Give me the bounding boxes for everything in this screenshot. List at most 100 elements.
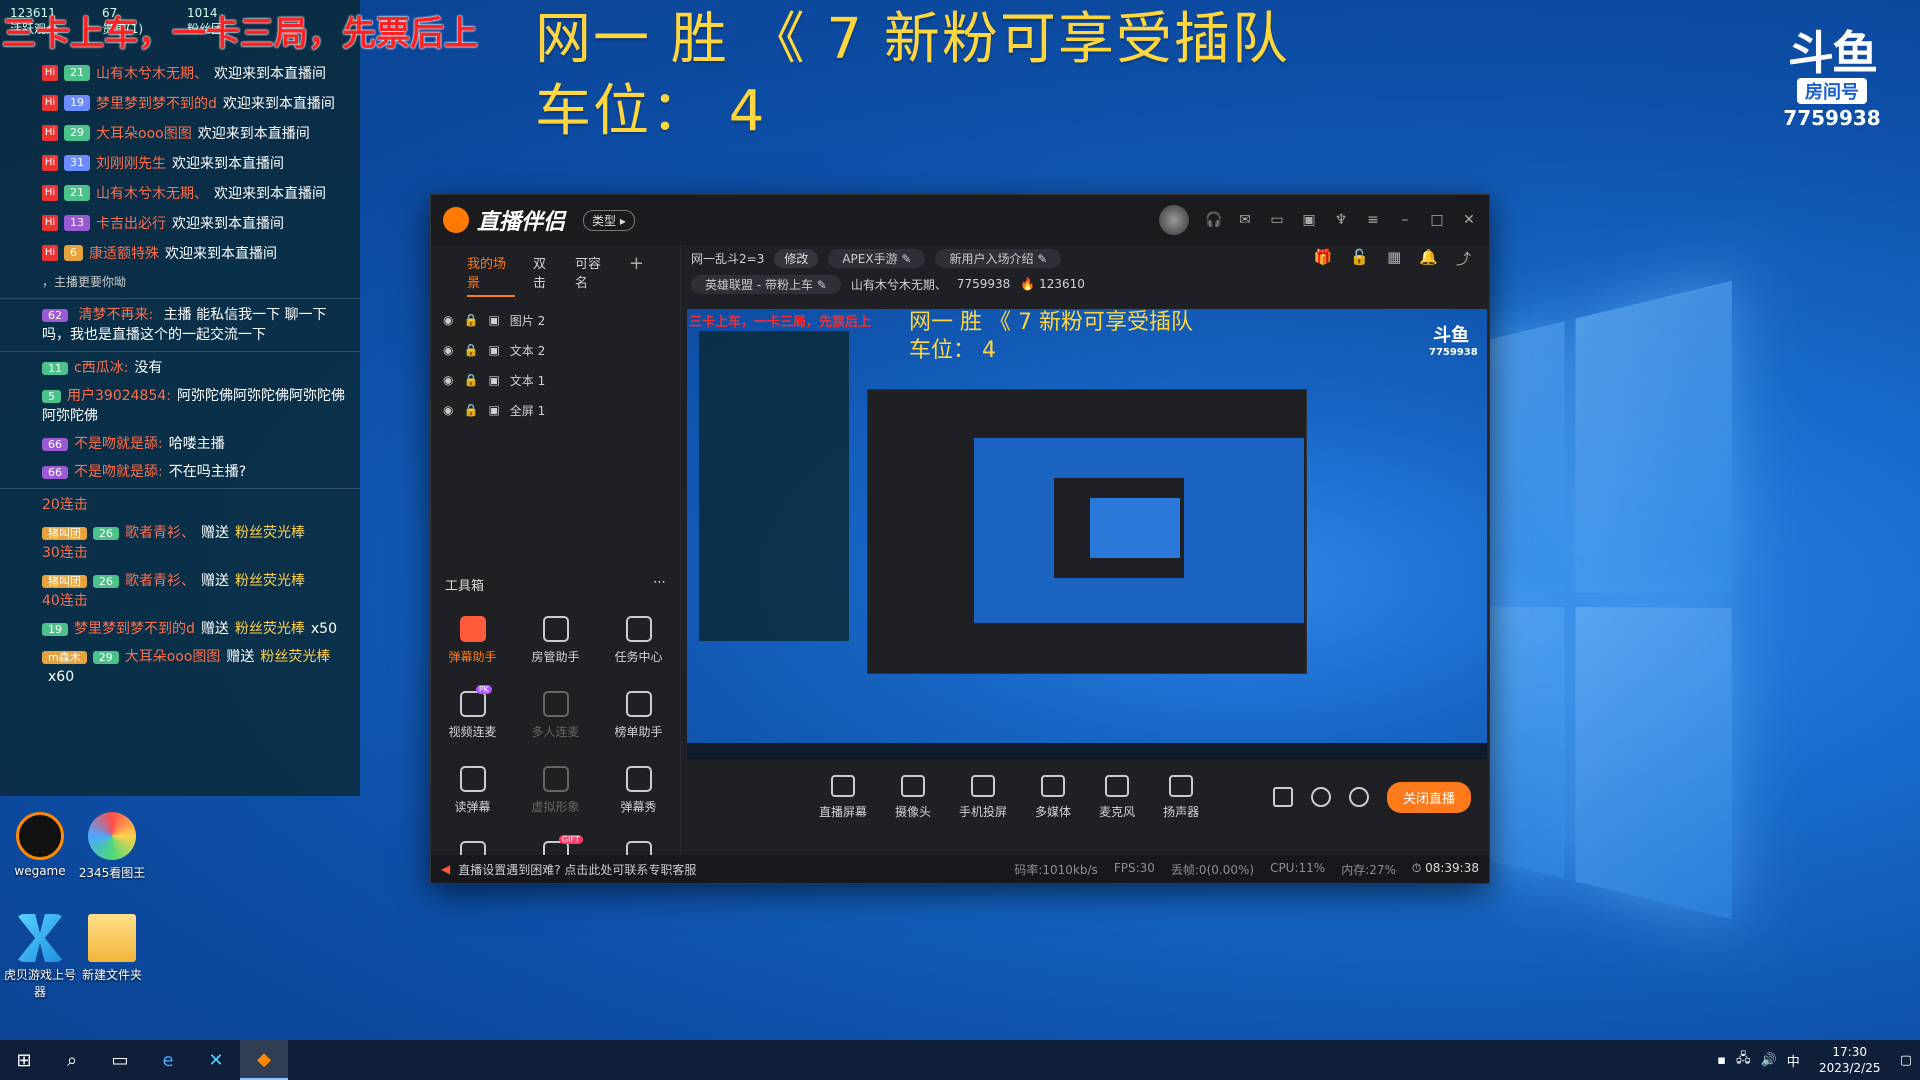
tool-item[interactable]: 榜单助手 <box>597 691 680 740</box>
monitor-icon[interactable]: ▭ <box>1269 212 1285 228</box>
douyu-logo: 斗鱼 <box>1788 26 1878 80</box>
capture-control[interactable]: 多媒体 <box>1035 774 1071 820</box>
clock[interactable]: 17:30 2023/2/25 <box>1810 1044 1890 1076</box>
tray-app-icon[interactable]: ▪ <box>1717 1053 1726 1068</box>
tool-item[interactable]: PK 视频连麦 <box>431 685 514 740</box>
unlock-icon[interactable]: 🔓 <box>1350 248 1369 269</box>
user-name[interactable]: 大耳朵ooo图图 <box>125 649 221 665</box>
ime-indicator[interactable]: 中 <box>1787 1051 1800 1070</box>
task-view-icon[interactable]: ▭ <box>96 1040 144 1080</box>
lock-icon[interactable]: 🔒 <box>463 313 478 327</box>
scene-item[interactable]: ◉ 🔒 ▣ 文本 1 <box>431 365 680 395</box>
scene-item[interactable]: ◉ 🔒 ▣ 文本 2 <box>431 335 680 365</box>
desktop-icon-2345[interactable]: 2345看图王 <box>72 812 152 881</box>
lock-icon[interactable]: 🔒 <box>463 403 478 417</box>
user-name[interactable]: 大耳朵ooo图图 <box>96 123 192 143</box>
network-icon[interactable]: 🖧 <box>1736 1049 1751 1071</box>
edge-icon[interactable]: e <box>144 1040 192 1080</box>
control-icon <box>971 774 996 797</box>
user-name[interactable]: 山有木兮木无期、 <box>96 63 208 83</box>
level-badge: 11 <box>42 362 68 375</box>
avatar[interactable] <box>1159 205 1189 235</box>
close-icon[interactable]: ✕ <box>1461 212 1477 228</box>
stop-live-button[interactable]: 关闭直播 <box>1386 781 1471 813</box>
category-chip[interactable]: 英雄联盟 - 带粉上车 ✎ <box>691 274 841 294</box>
capture-control[interactable]: 麦克风 <box>1099 774 1135 820</box>
scene-item[interactable]: ◉ 🔒 ▣ 全屏 1 <box>431 395 680 425</box>
record-icon[interactable] <box>1272 787 1293 807</box>
headset-icon[interactable]: 🎧 <box>1205 212 1222 228</box>
live-companion-window[interactable]: 直播伴侣 类型 ▸ 🎧 ✉ ▭ ▣ ♆ ≡ – □ ✕ 我的场景 双击 可容名 … <box>430 194 1490 884</box>
eye-icon[interactable]: ◉ <box>443 343 453 357</box>
search-icon[interactable]: ⌕ <box>48 1040 96 1080</box>
user-name[interactable]: 不是吻就是舔: <box>74 436 163 452</box>
mail-icon[interactable]: ✉ <box>1237 212 1253 228</box>
minimize-icon[interactable]: – <box>1397 212 1413 228</box>
tab-rename[interactable]: 可容名 <box>575 253 611 297</box>
user-name[interactable]: 歌者青衫、 <box>125 573 195 589</box>
tag-apex[interactable]: APEX手游 ✎ <box>828 248 926 268</box>
tab-my-scenes[interactable]: 我的场景 <box>467 253 515 297</box>
gift-verb: 赠送 <box>226 649 255 665</box>
capture-control[interactable]: 手机投屏 <box>959 774 1007 820</box>
capture-control[interactable]: 摄像头 <box>895 774 931 820</box>
user-name[interactable]: c西瓜冰: <box>74 360 128 376</box>
user-name[interactable]: 康适额特殊 <box>89 243 159 263</box>
hubei-taskbar-icon[interactable]: ✕ <box>192 1040 240 1080</box>
folder-icon <box>88 914 136 962</box>
eye-icon[interactable] <box>1310 787 1331 807</box>
user-name[interactable]: 不是吻就是舔: <box>74 464 163 480</box>
chat-message: 5 用户39024854: 阿弥陀佛阿弥陀佛阿弥陀佛阿弥陀佛 <box>0 382 360 430</box>
tool-item[interactable]: 虚拟形象 <box>514 766 597 815</box>
stream-meta-row: 英雄联盟 - 带粉上车 ✎ 山有木兮木无期、 7759938 🔥 123610 <box>681 271 1489 297</box>
stream-preview[interactable]: 三卡上车，一卡三局，先票后上 网一 胜 《 7 新粉可享受插队 车位： 4 斗鱼… <box>687 309 1487 759</box>
user-name[interactable]: 刘刚刚先生 <box>96 153 166 173</box>
share-icon[interactable]: ⤴ <box>1456 248 1471 269</box>
bell-icon[interactable]: 🔔 <box>1419 248 1438 269</box>
scene-item[interactable]: ◉ 🔒 ▣ 图片 2 <box>431 305 680 335</box>
volume-icon[interactable]: 🔊 <box>1761 1053 1777 1068</box>
desktop-icon-wegame[interactable]: wegame <box>0 812 80 878</box>
tool-item[interactable]: 弹幕助手 <box>431 616 514 665</box>
lock-icon[interactable]: 🔒 <box>463 343 478 357</box>
settings-icon[interactable] <box>1348 787 1369 807</box>
tag-new-user[interactable]: 新用户入场介绍 ✎ <box>935 248 1062 268</box>
layout-icon[interactable]: ▦ <box>1387 248 1401 269</box>
lock-icon[interactable]: 🔒 <box>463 373 478 387</box>
tool-item[interactable]: 房管助手 <box>514 616 597 665</box>
desktop-icon-hubei[interactable]: 虎贝游戏上号器 <box>0 914 80 1000</box>
tab-double-click[interactable]: 双击 <box>533 253 557 297</box>
add-scene-icon[interactable]: + <box>629 253 644 297</box>
tool-item[interactable]: 弹幕秀 <box>597 766 680 815</box>
edit-title-button[interactable]: 修改 <box>774 248 819 268</box>
user-name[interactable]: 歌者青衫、 <box>125 525 195 541</box>
live-companion-taskbar-icon[interactable]: ◆ <box>240 1040 288 1080</box>
notification-icon[interactable]: ▢ <box>1900 1053 1912 1068</box>
eye-icon[interactable]: ◉ <box>443 373 453 387</box>
user-name[interactable]: 用户39024854: <box>67 388 171 404</box>
tool-item[interactable]: 多人连麦 <box>514 691 597 740</box>
user-name[interactable]: 卡吉出必行 <box>96 213 166 233</box>
desktop-icon-folder[interactable]: 新建文件夹 <box>72 914 152 983</box>
tool-item[interactable]: 读弹幕 <box>431 766 514 815</box>
user-name[interactable]: 梦里梦到梦不到的d <box>96 93 217 113</box>
user-name[interactable]: 梦里梦到梦不到的d <box>74 621 195 637</box>
support-tip[interactable]: 直播设置遇到困难? 点击此处可联系专职客服 <box>458 861 696 878</box>
type-pill[interactable]: 类型 ▸ <box>583 209 635 231</box>
tool-item[interactable]: 任务中心 <box>597 616 680 665</box>
gift-message: 猪叫团 26 歌者青衫、 赠送 粉丝荧光棒 40连击 <box>0 567 360 615</box>
image-viewer-icon <box>88 812 136 860</box>
user-name[interactable]: 山有木兮木无期、 <box>96 183 208 203</box>
screen-icon[interactable]: ▣ <box>1301 212 1317 228</box>
maximize-icon[interactable]: □ <box>1429 212 1445 228</box>
shirt-icon[interactable]: ♆ <box>1333 212 1349 228</box>
eye-icon[interactable]: ◉ <box>443 313 453 327</box>
welcome-row: Hi 31 刘刚刚先生 欢迎来到本直播间 <box>0 148 360 178</box>
eye-icon[interactable]: ◉ <box>443 403 453 417</box>
gift-box-icon[interactable]: 🎁 <box>1314 248 1333 269</box>
menu-icon[interactable]: ≡ <box>1365 212 1381 228</box>
capture-control[interactable]: 扬声器 <box>1163 774 1199 820</box>
more-icon[interactable]: ⋯ <box>653 575 666 594</box>
capture-control[interactable]: 直播屏幕 <box>819 774 867 820</box>
start-icon[interactable]: ⊞ <box>0 1040 48 1080</box>
